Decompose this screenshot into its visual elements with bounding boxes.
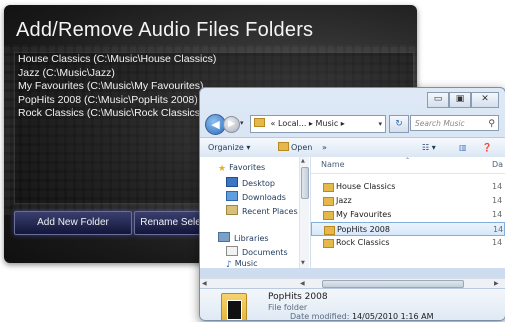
libraries-icon xyxy=(218,232,230,242)
window-controls: ▭ ▣ ✕ xyxy=(427,92,499,108)
sidebar-item-label: Downloads xyxy=(242,193,286,202)
downloads-icon xyxy=(226,191,238,201)
recent-places-icon xyxy=(226,205,238,215)
scroll-up-icon[interactable]: ▲ xyxy=(301,158,305,164)
file-name: Rock Classics xyxy=(336,238,390,247)
modified-label: Date modified: xyxy=(290,312,350,321)
close-icon[interactable]: ✕ xyxy=(471,92,499,108)
breadcrumb-separator[interactable]: ▸ xyxy=(309,119,313,128)
modified-value: 14/05/2010 1:16 AM xyxy=(351,312,434,321)
column-name-header[interactable]: Name xyxy=(321,157,345,173)
scroll-left-icon[interactable]: ◀ xyxy=(202,279,207,288)
table-row[interactable]: Jazz 14 xyxy=(311,194,505,208)
open-button[interactable]: Open xyxy=(278,138,312,157)
star-icon: ★ xyxy=(218,164,227,174)
minimize-icon[interactable]: ▭ xyxy=(427,92,449,108)
change-view-button[interactable]: ☷ ▾ xyxy=(422,138,436,157)
sidebar-item-label: Desktop xyxy=(242,179,275,188)
sidebar-item-label: Music xyxy=(234,259,258,268)
breadcrumb-local[interactable]: Local... xyxy=(278,119,306,128)
open-label: Open xyxy=(291,143,313,152)
navigation-pane: ★ Favorites Desktop Downloads Recent Plac… xyxy=(200,157,311,268)
table-row[interactable]: Rock Classics 14 xyxy=(311,236,505,250)
scrollbar-thumb[interactable] xyxy=(322,280,464,288)
sidebar-item-libraries[interactable]: Libraries xyxy=(218,232,269,243)
details-type: File folder xyxy=(268,303,308,312)
address-prefix: « xyxy=(270,119,276,128)
browser-content: ★ Favorites Desktop Downloads Recent Plac… xyxy=(200,157,505,268)
sidebar-item-downloads[interactable]: Downloads xyxy=(226,191,286,202)
sidebar-item-label: Favorites xyxy=(229,163,266,172)
sidebar-item-label: Documents xyxy=(242,248,288,257)
preview-pane-icon[interactable]: ▥ xyxy=(459,138,467,157)
column-date-header[interactable]: Da xyxy=(492,157,503,173)
sort-indicator-icon: ⌃ xyxy=(405,157,411,164)
file-name: PopHits 2008 xyxy=(337,225,390,234)
folder-icon xyxy=(323,211,334,220)
table-row-selected[interactable]: PopHits 2008 14 xyxy=(311,222,505,236)
details-date-modified: Date modified: 14/05/2010 1:16 AM xyxy=(290,312,434,321)
file-name: House Classics xyxy=(336,182,396,191)
list-item[interactable]: House Classics (C:\Music\House Classics) xyxy=(15,53,413,67)
panel-title: Add/Remove Audio Files Folders xyxy=(16,19,314,41)
address-bar[interactable]: « Local... ▸ Music ▸ ▾ xyxy=(250,115,386,133)
file-date: 14 xyxy=(492,238,503,247)
folder-icon xyxy=(254,118,265,127)
sidebar-item-music[interactable]: ♪ Music xyxy=(226,259,258,268)
folder-thumbnail-icon xyxy=(221,293,247,320)
breadcrumb-music[interactable]: Music xyxy=(315,119,338,128)
file-name: Jazz xyxy=(336,196,352,205)
folder-icon xyxy=(324,226,335,235)
sidebar-item-documents[interactable]: Documents xyxy=(226,246,288,257)
column-headers: Name ⌃ Da xyxy=(311,157,505,174)
file-date: 14 xyxy=(492,210,503,219)
help-icon[interactable]: ❓ xyxy=(482,138,492,157)
folder-icon xyxy=(323,197,334,206)
scroll-left-icon[interactable]: ◀ xyxy=(300,279,305,288)
sidebar-item-desktop[interactable]: Desktop xyxy=(226,177,275,188)
scroll-right-icon[interactable]: ▶ xyxy=(494,279,499,288)
file-list: Name ⌃ Da House Classics 14 Jazz 14 My F… xyxy=(311,157,505,268)
maximize-icon[interactable]: ▣ xyxy=(449,92,471,108)
sidebar-item-label: Libraries xyxy=(234,234,269,243)
more-commands-button[interactable]: » xyxy=(322,138,327,157)
scroll-down-icon[interactable]: ▼ xyxy=(301,260,305,266)
music-icon: ♪ xyxy=(226,260,232,268)
sidebar-item-recent-places[interactable]: Recent Places xyxy=(226,205,298,216)
breadcrumb-separator[interactable]: ▸ xyxy=(341,119,345,128)
search-input[interactable]: Search Music ⚲ xyxy=(410,115,499,131)
file-date: 14 xyxy=(492,182,503,191)
folder-icon xyxy=(323,239,334,248)
list-item[interactable]: Jazz (C:\Music\Jazz) xyxy=(15,67,413,81)
refresh-icon[interactable]: ↻ xyxy=(389,115,409,133)
command-toolbar: Organize ▾ Open » ☷ ▾ ▥ ❓ xyxy=(200,137,505,158)
desktop-icon xyxy=(226,177,238,187)
details-pane: PopHits 2008 File folder Date modified: … xyxy=(200,288,505,321)
scrollbar-thumb[interactable] xyxy=(301,167,309,199)
folder-picker-window: ▭ ▣ ✕ ◀ ▶ ▾ « Local... ▸ Music ▸ ▾ ↻ Sea… xyxy=(199,87,505,321)
file-name: My Favourites xyxy=(336,210,392,219)
table-row[interactable]: My Favourites 14 xyxy=(311,208,505,222)
sidebar-item-favorites[interactable]: ★ Favorites xyxy=(218,163,265,174)
add-new-folder-button[interactable]: Add New Folder xyxy=(14,211,132,235)
forward-arrow-icon[interactable]: ▶ xyxy=(223,116,240,133)
file-date: 14 xyxy=(492,196,503,205)
horizontal-scrollbar[interactable]: ◀ ◀ ▶ xyxy=(200,278,505,288)
folder-icon xyxy=(323,183,334,192)
address-dropdown-icon[interactable]: ▾ xyxy=(378,116,382,132)
documents-icon xyxy=(226,246,238,256)
folder-icon xyxy=(278,142,289,151)
recent-pages-dropdown-icon[interactable]: ▾ xyxy=(240,119,244,127)
album-art-thumbnail xyxy=(227,300,242,320)
address-row: ◀ ▶ ▾ « Local... ▸ Music ▸ ▾ ↻ Search Mu… xyxy=(204,113,501,135)
search-placeholder: Search Music xyxy=(415,119,465,128)
search-icon[interactable]: ⚲ xyxy=(488,116,495,132)
table-row[interactable]: House Classics 14 xyxy=(311,180,505,194)
sidebar-item-label: Recent Places xyxy=(242,207,298,216)
file-date: 14 xyxy=(493,225,504,234)
organize-button[interactable]: Organize ▾ xyxy=(208,138,250,157)
navigation-scrollbar[interactable]: ▲ ▼ xyxy=(299,157,309,268)
details-name: PopHits 2008 xyxy=(268,292,328,302)
